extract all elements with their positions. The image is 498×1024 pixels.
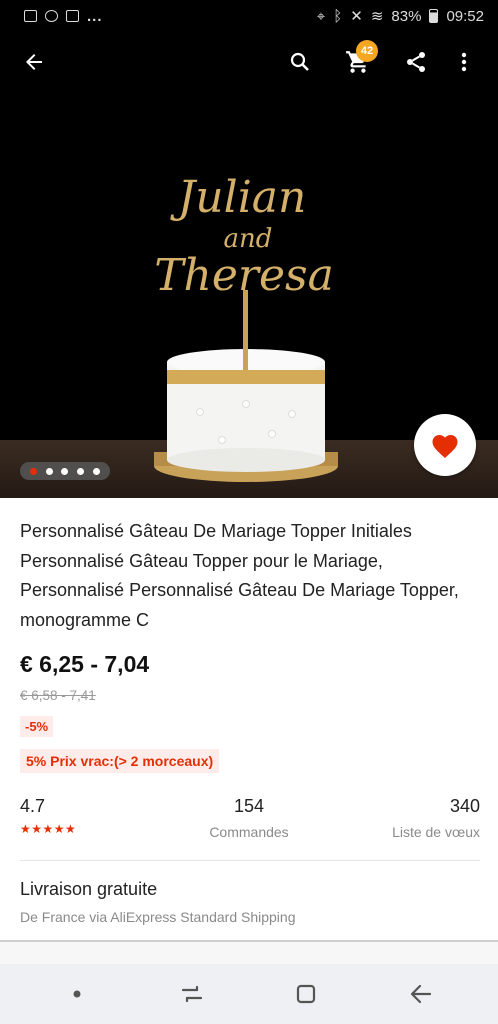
battery-icon (429, 9, 439, 23)
carousel-dot[interactable] (77, 467, 85, 475)
product-title: Personnalisé Gâteau De Mariage Topper In… (20, 521, 459, 630)
dot-icon (73, 990, 81, 998)
gallery-notification-icon (24, 10, 37, 22)
more-notifications: ... (87, 7, 103, 25)
divider (20, 860, 480, 861)
recent-apps-icon (181, 985, 202, 1003)
pearl-decoration (288, 410, 296, 418)
carousel-dot[interactable] (92, 467, 100, 475)
recent-apps-button[interactable] (162, 969, 222, 1019)
pearl-decoration (242, 400, 250, 408)
wishlist-label: Liste de vœux (392, 824, 480, 840)
product-price: € 6,25 - 7,04 (20, 651, 150, 677)
topper-stick (243, 290, 248, 370)
more-vert-icon (461, 52, 467, 72)
pearl-decoration (218, 436, 226, 444)
mail-notification-icon (66, 10, 79, 22)
orders-count: 154 (233, 796, 265, 816)
bulk-price-badge: 5% Prix vrac:(> 2 morceaux) (20, 749, 220, 773)
pearl-decoration (268, 430, 276, 438)
more-options-button[interactable] (442, 40, 486, 84)
back-arrow-icon (26, 54, 42, 70)
carousel-dot-active[interactable] (30, 467, 38, 475)
nav-dot-button[interactable] (47, 969, 107, 1019)
app-toolbar: 42 (0, 32, 498, 92)
battery-level: 83% (391, 7, 422, 25)
share-icon (407, 52, 425, 72)
carousel-dot[interactable] (45, 467, 53, 475)
bluetooth-icon: ᛒ (333, 7, 343, 25)
heart-icon (432, 435, 458, 458)
shipping-title[interactable]: Livraison gratuite (20, 879, 157, 900)
topper-line-1: Julian (170, 172, 307, 223)
mute-icon: ✕ (350, 8, 363, 25)
home-icon (297, 984, 316, 1004)
product-stats: 4.7 ★★★★★ 154 Commandes 340 Liste de vœu… (20, 796, 480, 846)
product-image-carousel[interactable]: Julian and Theresa 42 (0, 32, 498, 498)
gold-ribbon (167, 370, 325, 384)
discount-badge: -5% (20, 716, 54, 737)
cart-count-badge: 42 (356, 40, 378, 62)
system-back-button[interactable] (391, 969, 451, 1019)
wishlist-stat: 340 Liste de vœux (392, 796, 480, 840)
wifi-icon: ≋ (370, 8, 384, 25)
clock: 09:52 (446, 7, 484, 25)
location-icon: ⌖ (316, 7, 326, 25)
system-back-icon (410, 984, 431, 1004)
wishlist-count: 340 (449, 796, 480, 816)
rating-value[interactable]: 4.7 (20, 796, 45, 817)
orders-label: Commandes (209, 824, 289, 840)
status-bar: ... ⌖ ᛒ ✕ ≋ 83% 09:52 (0, 0, 498, 32)
shipping-subtitle: De France via AliExpress Standard Shippi… (20, 909, 296, 925)
pearl-decoration (196, 408, 204, 416)
share-button[interactable] (394, 40, 438, 84)
carousel-indicator (20, 462, 110, 480)
home-button[interactable] (276, 969, 336, 1019)
search-button[interactable] (278, 40, 322, 84)
app-notification-icon (45, 10, 58, 22)
carousel-dot[interactable] (61, 467, 69, 475)
topper-line-3: Theresa (154, 250, 334, 301)
wishlist-button[interactable] (414, 414, 476, 476)
cart-button[interactable]: 42 (336, 40, 380, 84)
rating-stars: ★★★★★ (20, 822, 77, 836)
cake-bottom (167, 448, 325, 472)
back-button[interactable] (12, 40, 56, 84)
system-navigation-bar (0, 964, 498, 1024)
search-icon (290, 52, 309, 71)
original-price: € 6,58 - 7,41 (20, 688, 96, 703)
orders-stat: 154 Commandes (206, 796, 292, 840)
section-gap (0, 942, 498, 964)
